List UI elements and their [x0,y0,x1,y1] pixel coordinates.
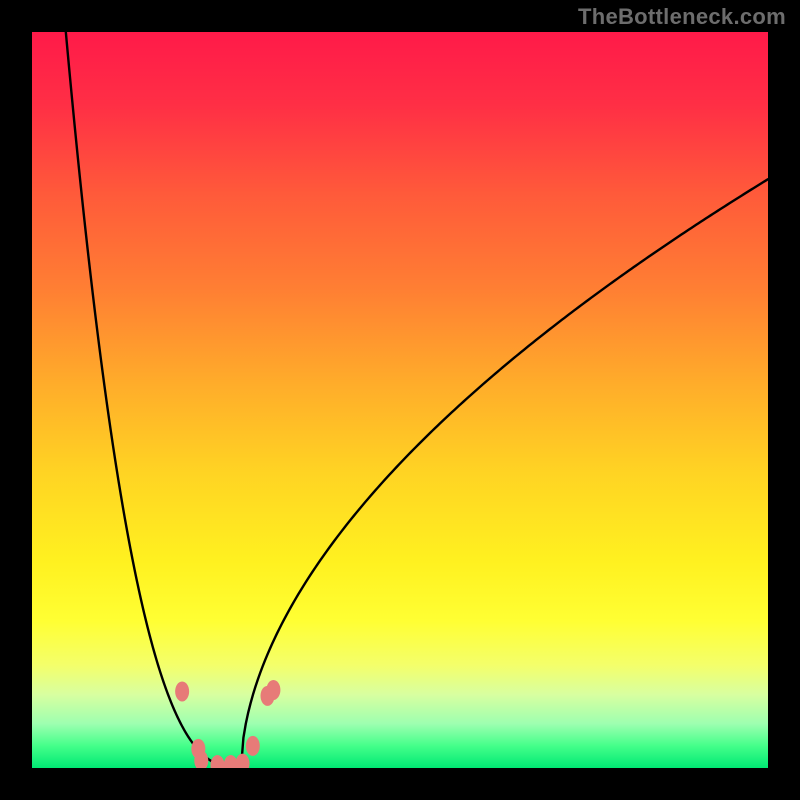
marker-dot [175,681,189,701]
gradient-background [32,32,768,768]
chart-frame: TheBottleneck.com [0,0,800,800]
marker-dot [246,736,260,756]
plot-area [32,32,768,768]
bottleneck-chart [32,32,768,768]
watermark-text: TheBottleneck.com [578,4,786,30]
marker-dot [266,680,280,700]
